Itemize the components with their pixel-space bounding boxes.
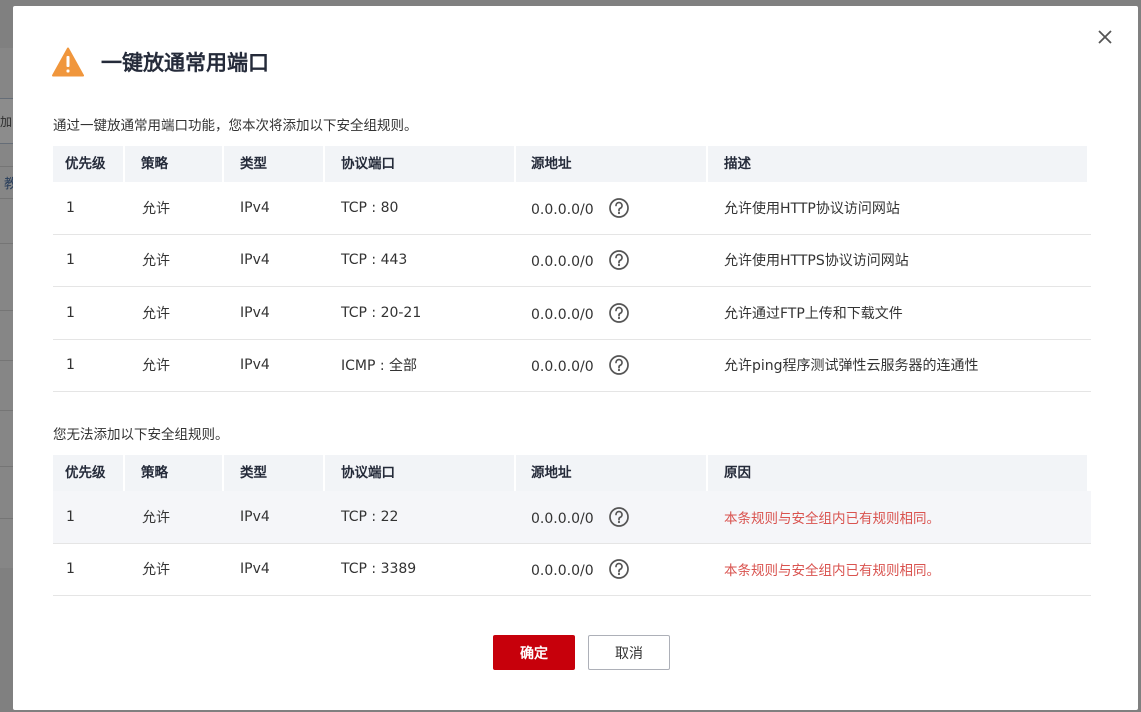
priority-cell: 1 bbox=[66, 508, 75, 525]
policy-cell: 允许 bbox=[142, 509, 170, 526]
table-row: 1 允许 IPv4 ICMP : 全部 0.0.0.0/0 允许ping程序测试… bbox=[53, 340, 1091, 392]
table-row: 1 允许 IPv4 TCP : 80 0.0.0.0/0 允许使用HTTP协议访… bbox=[53, 182, 1091, 235]
source-address: 0.0.0.0/0 bbox=[531, 359, 594, 376]
description-cell: 允许ping程序测试弹性云服务器的连通性 bbox=[724, 358, 979, 375]
warning-icon bbox=[52, 47, 84, 77]
description-cell: 允许使用HTTP协议访问网站 bbox=[724, 200, 900, 217]
port-cell: TCP : 443 bbox=[341, 252, 408, 269]
port-cell: TCP : 22 bbox=[341, 508, 399, 525]
help-icon[interactable] bbox=[608, 197, 630, 219]
source-address: 0.0.0.0/0 bbox=[531, 563, 594, 580]
port-cell: TCP : 3389 bbox=[341, 561, 417, 578]
table-row: 1 允许 IPv4 TCP : 22 0.0.0.0/0 本条规则与安全组内已有… bbox=[53, 491, 1091, 544]
port-cell: TCP : 20-21 bbox=[341, 304, 422, 321]
source-cell: 0.0.0.0/0 bbox=[516, 558, 708, 580]
reason-cell: 本条规则与安全组内已有规则相同。 bbox=[724, 563, 940, 580]
column-header-source: 源地址 bbox=[516, 455, 708, 491]
add-rules-table: 优先级 策略 类型 协议端口 源地址 描述 1 允许 IPv4 TCP : 80… bbox=[53, 146, 1091, 392]
policy-cell: 允许 bbox=[142, 358, 170, 375]
source-cell: 0.0.0.0/0 bbox=[516, 197, 708, 219]
source-cell: 0.0.0.0/0 bbox=[516, 302, 708, 324]
type-cell: IPv4 bbox=[240, 561, 270, 578]
type-cell: IPv4 bbox=[240, 252, 270, 269]
source-cell: 0.0.0.0/0 bbox=[516, 249, 708, 271]
priority-cell: 1 bbox=[66, 304, 75, 321]
header-end-gap bbox=[1087, 146, 1091, 182]
table-row: 1 允许 IPv4 TCP : 20-21 0.0.0.0/0 允许通过FTP上… bbox=[53, 287, 1091, 340]
help-icon[interactable] bbox=[608, 354, 630, 376]
priority-cell: 1 bbox=[66, 561, 75, 578]
column-header-port: 协议端口 bbox=[325, 455, 516, 491]
column-header-description: 描述 bbox=[724, 156, 751, 172]
table-row: 1 允许 IPv4 TCP : 443 0.0.0.0/0 允许使用HTTPS协… bbox=[53, 235, 1091, 287]
table-row: 1 允许 IPv4 TCP : 3389 0.0.0.0/0 本条规则与安全组内… bbox=[53, 544, 1091, 596]
column-header-type: 类型 bbox=[224, 146, 325, 182]
policy-cell: 允许 bbox=[142, 562, 170, 579]
source-cell: 0.0.0.0/0 bbox=[516, 354, 708, 376]
type-cell: IPv4 bbox=[240, 357, 270, 374]
type-cell: IPv4 bbox=[240, 508, 270, 525]
column-header-source: 源地址 bbox=[516, 146, 708, 182]
help-icon[interactable] bbox=[608, 249, 630, 271]
table-header: 优先级 策略 类型 协议端口 源地址 描述 bbox=[53, 146, 1091, 182]
source-address: 0.0.0.0/0 bbox=[531, 510, 594, 527]
priority-cell: 1 bbox=[66, 252, 75, 269]
column-header-port: 协议端口 bbox=[325, 146, 516, 182]
dialog-header: 一键放通常用端口 bbox=[52, 44, 269, 80]
reason-cell: 本条规则与安全组内已有规则相同。 bbox=[724, 510, 940, 527]
close-icon[interactable] bbox=[1094, 26, 1116, 48]
failed-rules-table: 优先级 策略 类型 协议端口 源地址 原因 1 允许 IPv4 TCP : 22… bbox=[53, 455, 1091, 596]
failed-rules-intro: 您无法添加以下安全组规则。 bbox=[53, 427, 229, 443]
source-cell: 0.0.0.0/0 bbox=[516, 506, 708, 528]
priority-cell: 1 bbox=[66, 199, 75, 216]
column-header-policy: 策略 bbox=[125, 146, 224, 182]
port-cell: ICMP : 全部 bbox=[341, 358, 418, 375]
port-cell: TCP : 80 bbox=[341, 199, 399, 216]
help-icon[interactable] bbox=[608, 302, 630, 324]
source-address: 0.0.0.0/0 bbox=[531, 254, 594, 271]
dialog-title: 一键放通常用端口 bbox=[101, 51, 269, 75]
type-cell: IPv4 bbox=[240, 199, 270, 216]
column-header-priority: 优先级 bbox=[53, 455, 125, 491]
source-address: 0.0.0.0/0 bbox=[531, 306, 594, 323]
description-cell: 允许通过FTP上传和下载文件 bbox=[724, 305, 903, 322]
policy-cell: 允许 bbox=[142, 305, 170, 322]
table-header: 优先级 策略 类型 协议端口 源地址 原因 bbox=[53, 455, 1091, 491]
confirm-button[interactable]: 确定 bbox=[493, 635, 575, 670]
open-common-ports-dialog: 一键放通常用端口 通过一键放通常用端口功能，您本次将添加以下安全组规则。 优先级… bbox=[13, 6, 1138, 710]
cancel-button[interactable]: 取消 bbox=[588, 635, 670, 670]
column-header-policy: 策略 bbox=[125, 455, 224, 491]
priority-cell: 1 bbox=[66, 357, 75, 374]
help-icon[interactable] bbox=[608, 506, 630, 528]
column-header-priority: 优先级 bbox=[53, 146, 125, 182]
source-address: 0.0.0.0/0 bbox=[531, 201, 594, 218]
column-header-reason: 原因 bbox=[724, 465, 751, 481]
policy-cell: 允许 bbox=[142, 200, 170, 217]
column-header-type: 类型 bbox=[224, 455, 325, 491]
add-rules-intro: 通过一键放通常用端口功能，您本次将添加以下安全组规则。 bbox=[53, 118, 418, 134]
description-cell: 允许使用HTTPS协议访问网站 bbox=[724, 253, 909, 270]
header-end-gap bbox=[1087, 455, 1091, 491]
policy-cell: 允许 bbox=[142, 253, 170, 270]
type-cell: IPv4 bbox=[240, 304, 270, 321]
help-icon[interactable] bbox=[608, 558, 630, 580]
